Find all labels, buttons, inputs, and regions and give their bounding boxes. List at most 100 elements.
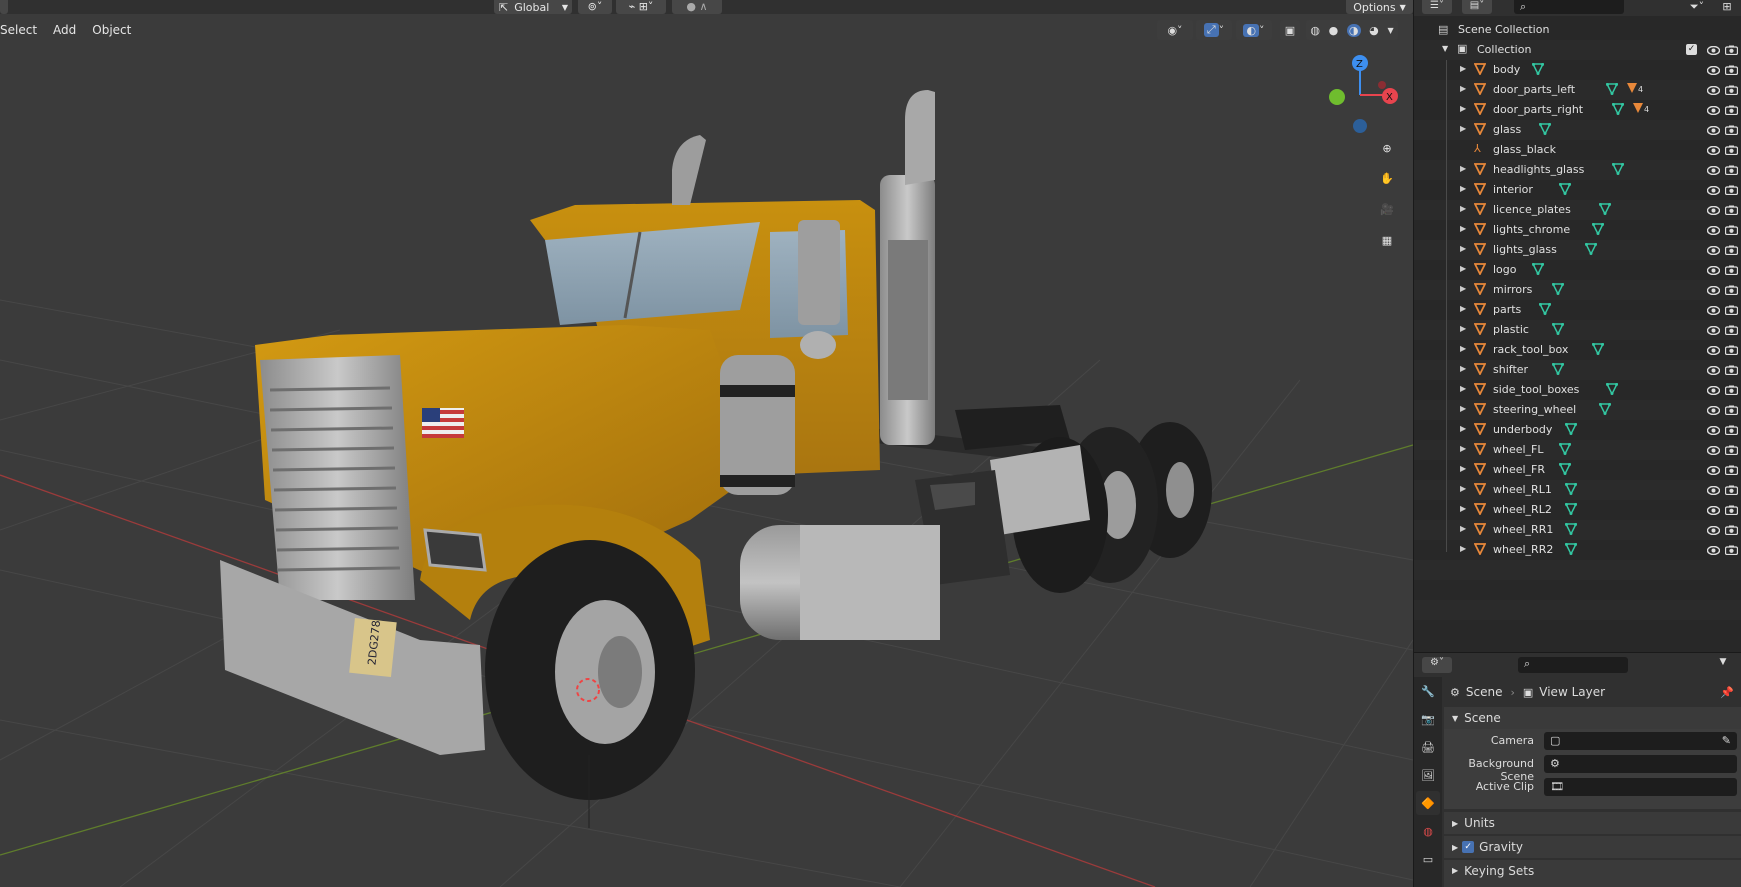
camera-field[interactable]: ▢ ✎ — [1544, 732, 1737, 750]
eye-icon[interactable] — [1706, 263, 1720, 277]
camera-render-icon[interactable] — [1724, 243, 1738, 257]
outliner-object-row[interactable]: ▶ lights_chrome — [1414, 220, 1741, 240]
zoom-icon[interactable]: ⊕ — [1374, 135, 1400, 161]
camera-render-icon[interactable] — [1724, 43, 1738, 57]
navigation-gizmo[interactable]: Z X — [1325, 50, 1400, 135]
outliner-object-row[interactable]: ▶ underbody — [1414, 420, 1741, 440]
chevron-right-icon[interactable]: ▶ — [1460, 244, 1466, 253]
camera-render-icon[interactable] — [1724, 263, 1738, 277]
eye-icon[interactable] — [1706, 523, 1720, 537]
eye-icon[interactable] — [1706, 323, 1720, 337]
outliner-object-row[interactable]: ▶ door_parts_left 4 — [1414, 80, 1741, 100]
background-scene-field[interactable]: ⚙ — [1544, 755, 1737, 773]
display-mode-dropdown[interactable]: ▤˅ — [1462, 0, 1492, 14]
perspective-grid-icon[interactable]: ▦ — [1374, 227, 1400, 253]
pan-hand-icon[interactable]: ✋ — [1374, 165, 1400, 191]
outliner-object-row[interactable]: ▶ wheel_RR2 — [1414, 540, 1741, 560]
camera-render-icon[interactable] — [1724, 363, 1738, 377]
scene-panel-header[interactable]: ▼ Scene — [1444, 707, 1741, 729]
mesh-data-icon[interactable] — [1558, 443, 1572, 458]
eye-icon[interactable] — [1706, 143, 1720, 157]
eye-icon[interactable] — [1706, 123, 1720, 137]
3d-viewport[interactable]: 2DG278 ⇱ Global ▼ ⊚˅ ⌁ ⊞˅ ● ∧ Options ▼ … — [0, 0, 1413, 887]
tool-tab-icon[interactable]: 🔧 — [1416, 679, 1440, 703]
chevron-down-icon[interactable]: ▼ — [1387, 26, 1393, 35]
chevron-right-icon[interactable]: ▶ — [1460, 64, 1466, 73]
outliner-object-row[interactable]: ▶ wheel_RL1 — [1414, 480, 1741, 500]
chevron-right-icon[interactable]: ▶ — [1460, 204, 1466, 213]
camera-render-icon[interactable] — [1724, 63, 1738, 77]
outliner-object-row[interactable]: ⅄ glass_black — [1414, 140, 1741, 160]
chevron-right-icon[interactable]: ▶ — [1460, 224, 1466, 233]
eye-icon[interactable] — [1706, 243, 1720, 257]
mesh-data-icon[interactable] — [1531, 63, 1545, 78]
pivot-point-dropdown[interactable]: ⊚˅ — [578, 0, 612, 14]
chevron-right-icon[interactable]: ▶ — [1460, 284, 1466, 293]
camera-render-icon[interactable] — [1724, 303, 1738, 317]
eye-icon[interactable] — [1706, 43, 1720, 57]
world-tab-icon[interactable]: ◍ — [1416, 819, 1440, 843]
outliner-object-row[interactable]: ▶ rack_tool_box — [1414, 340, 1741, 360]
material-shading-icon[interactable]: ◑ — [1346, 23, 1361, 37]
mesh-data-icon[interactable] — [1564, 503, 1578, 518]
outliner-object-row[interactable]: ▶ wheel_RR1 — [1414, 520, 1741, 540]
chevron-right-icon[interactable]: ▶ — [1460, 524, 1466, 533]
visibility-dropdown[interactable]: ◉˅ — [1157, 20, 1193, 40]
outliner-collection[interactable]: ▼ ▣ Collection ✓ — [1414, 40, 1741, 60]
chevron-right-icon[interactable]: ▶ — [1460, 344, 1466, 353]
outliner-object-row[interactable]: ▶ wheel_FR — [1414, 460, 1741, 480]
menu-object[interactable]: Object — [84, 19, 139, 41]
new-collection-button[interactable]: ⊞ — [1718, 0, 1736, 14]
mesh-data-icon[interactable] — [1564, 523, 1578, 538]
camera-render-icon[interactable] — [1724, 503, 1738, 517]
mesh-data-icon[interactable] — [1551, 283, 1565, 298]
view-layer-tab-icon[interactable]: 🖼 — [1416, 763, 1440, 787]
chevron-right-icon[interactable]: ▶ — [1460, 324, 1466, 333]
truck-model[interactable]: 2DG278 — [220, 90, 1212, 828]
snap-dropdown[interactable]: ⌁ ⊞˅ — [616, 0, 666, 14]
outliner-object-row[interactable]: ▶ shifter — [1414, 360, 1741, 380]
overlays-toggle[interactable]: ◐ ˅ — [1236, 20, 1272, 40]
mesh-data-icon[interactable] — [1531, 263, 1545, 278]
mesh-data-icon[interactable] — [1598, 403, 1612, 418]
output-tab-icon[interactable]: 🖨 — [1416, 735, 1440, 759]
mesh-data-icon[interactable] — [1611, 163, 1625, 178]
menu-select[interactable]: Select — [0, 19, 45, 41]
mesh-data-icon[interactable] — [1564, 483, 1578, 498]
eye-icon[interactable] — [1706, 103, 1720, 117]
chevron-right-icon[interactable]: ▶ — [1460, 504, 1466, 513]
mesh-data-icon[interactable] — [1605, 383, 1619, 398]
xray-toggle[interactable]: ▣ — [1280, 20, 1300, 40]
gravity-panel-header[interactable]: ▶ ✓ Gravity — [1444, 836, 1741, 858]
outliner-object-row[interactable]: ▶ body — [1414, 60, 1741, 80]
eye-icon[interactable] — [1706, 483, 1720, 497]
mesh-data-icon[interactable] — [1558, 183, 1572, 198]
outliner-scene-collection[interactable]: ▤ Scene Collection — [1414, 20, 1741, 40]
eye-icon[interactable] — [1706, 283, 1720, 297]
eye-icon[interactable] — [1706, 63, 1720, 77]
outliner-object-row[interactable]: ▶ lights_glass — [1414, 240, 1741, 260]
outliner-object-row[interactable]: ▶ glass — [1414, 120, 1741, 140]
outliner-object-row[interactable]: ▶ steering_wheel — [1414, 400, 1741, 420]
eye-icon[interactable] — [1706, 183, 1720, 197]
eye-icon[interactable] — [1706, 163, 1720, 177]
outliner-search-input[interactable]: ⌕ — [1514, 0, 1624, 14]
camera-render-icon[interactable] — [1724, 383, 1738, 397]
mesh-data-icon[interactable] — [1605, 83, 1619, 98]
editor-type-dropdown[interactable]: ☰˅ — [1422, 0, 1452, 14]
camera-view-icon[interactable]: 🎥 — [1374, 196, 1400, 222]
eye-icon[interactable] — [1706, 383, 1720, 397]
eye-icon[interactable] — [1706, 503, 1720, 517]
chevron-right-icon[interactable]: ▶ — [1460, 404, 1466, 413]
transform-orientation-dropdown[interactable]: ⇱ Global ▼ — [494, 0, 572, 14]
chevron-right-icon[interactable]: ▶ — [1460, 464, 1466, 473]
menu-add[interactable]: Add — [45, 19, 84, 41]
chevron-right-icon[interactable]: ▶ — [1460, 104, 1466, 113]
chevron-down-icon[interactable]: ▼ — [1442, 44, 1448, 53]
outliner-object-row[interactable]: ▶ wheel_RL2 — [1414, 500, 1741, 520]
gravity-checkbox[interactable]: ✓ — [1462, 841, 1475, 853]
editor-corner[interactable] — [0, 0, 8, 14]
mesh-data-icon[interactable] — [1538, 303, 1552, 318]
active-clip-field[interactable]: 🎞 — [1544, 778, 1737, 796]
wireframe-shading-icon[interactable]: ◍ — [1310, 24, 1320, 37]
